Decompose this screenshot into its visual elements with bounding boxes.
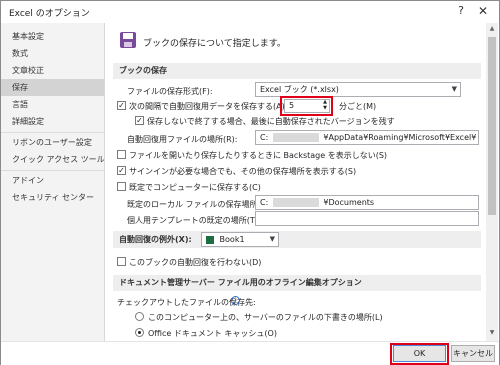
autorecover-minutes-spinner[interactable]: 5 ▲ ▼ bbox=[284, 99, 330, 113]
sidebar-item-formulas[interactable]: 数式 bbox=[1, 45, 104, 62]
close-button[interactable]: ✕ bbox=[475, 4, 491, 20]
section-header-offline-editing: ドキュメント管理サーバー ファイル用のオフライン編集オプション bbox=[113, 275, 481, 291]
show-locations-checkbox[interactable]: ✓ bbox=[117, 166, 126, 175]
section-header-autorecover-exceptions: 自動回復の例外(X): bbox=[113, 231, 481, 248]
sidebar-item-advanced[interactable]: 詳細設定 bbox=[1, 113, 104, 130]
cancel-button[interactable]: キャンセル bbox=[451, 345, 495, 362]
dialog-title: Excel のオプション bbox=[9, 9, 90, 19]
radio-office-cache-label: Office ドキュメント キャッシュ(O) bbox=[148, 329, 277, 338]
autorecover-exceptions-label: 自動回復の例外(X): bbox=[119, 235, 192, 244]
template-location-label: 個人用テンプレートの既定の場所(T): bbox=[127, 216, 261, 225]
redacted-username bbox=[272, 133, 319, 142]
title-bar: Excel のオプション ? ✕ bbox=[1, 1, 499, 23]
radio-server-drafts[interactable] bbox=[135, 312, 144, 321]
options-sidebar: 基本設定 数式 文章校正 保存 言語 詳細設定 リボンのユーザー設定 クイック … bbox=[1, 23, 123, 341]
exception-workbook-value: Book1 bbox=[219, 235, 245, 244]
sidebar-item-proofing[interactable]: 文章校正 bbox=[1, 62, 104, 79]
excel-options-dialog: Excel のオプション ? ✕ 基本設定 数式 文章校正 保存 言語 詳細設定… bbox=[0, 0, 500, 365]
page-description: ブックの保存について指定します。 bbox=[143, 39, 286, 49]
save-icon bbox=[119, 31, 137, 49]
dialog-footer: OK キャンセル bbox=[1, 341, 499, 365]
save-to-computer-checkbox[interactable] bbox=[117, 182, 126, 191]
radio-server-drafts-label: このコンピューター上の、サーバーのファイルの下書きの場所(L) bbox=[148, 313, 383, 322]
ok-button[interactable]: OK bbox=[393, 345, 446, 362]
sidebar-item-language[interactable]: 言語 bbox=[1, 96, 104, 113]
autorecover-location-label: 自動回復用ファイルの場所(R): bbox=[127, 135, 238, 144]
disable-autorecover-checkbox[interactable] bbox=[117, 257, 126, 266]
excel-book-icon bbox=[206, 235, 214, 244]
sidebar-item-save[interactable]: 保存 bbox=[1, 79, 104, 96]
sidebar-item-trust-center[interactable]: セキュリティ センター bbox=[1, 189, 104, 206]
show-locations-label: サインインが必要な場合でも、その他の保存場所を表示する(S) bbox=[129, 167, 357, 176]
disable-autorecover-label: このブックの自動回復を行わない(D) bbox=[129, 258, 262, 267]
redacted-username bbox=[272, 198, 319, 207]
hide-backstage-label: ファイルを開いたり保存したりするときに Backstage を表示しない(S) bbox=[129, 151, 388, 160]
save-format-dropdown[interactable]: Excel ブック (*.xlsx) ▼ bbox=[255, 82, 461, 97]
autorecover-minutes-value: 5 bbox=[289, 101, 295, 110]
sidebar-item-general[interactable]: 基本設定 bbox=[1, 28, 104, 45]
chevron-down-icon: ▼ bbox=[451, 85, 457, 93]
template-location-input[interactable] bbox=[255, 211, 479, 226]
sidebar-item-customize-ribbon[interactable]: リボンのユーザー設定 bbox=[1, 134, 104, 151]
sidebar-divider bbox=[1, 132, 104, 133]
info-icon: i bbox=[231, 296, 240, 305]
save-format-value: Excel ブック (*.xlsx) bbox=[260, 85, 339, 94]
scroll-down-icon[interactable]: ▼ bbox=[486, 329, 498, 336]
hide-backstage-checkbox[interactable] bbox=[117, 150, 126, 159]
sidebar-item-addins[interactable]: アドイン bbox=[1, 172, 104, 189]
default-local-location-value: ¥Documents bbox=[323, 198, 375, 207]
scroll-up-icon[interactable]: ▲ bbox=[486, 25, 498, 32]
default-local-location-label: 既定のローカル ファイルの保存場所(I): bbox=[127, 200, 269, 209]
sidebar-item-quick-access-toolbar[interactable]: クイック アクセス ツール バー bbox=[1, 151, 123, 168]
radio-office-cache[interactable] bbox=[135, 328, 144, 337]
sidebar-divider bbox=[1, 170, 104, 171]
autorecover-location-value: ¥AppData¥Roaming¥Microsoft¥Excel¥ bbox=[323, 133, 477, 142]
save-to-computer-label: 既定でコンピューターに保存する(C) bbox=[129, 183, 261, 192]
autorecover-label: 次の間隔で自動回復用データを保存する(A): bbox=[129, 102, 288, 111]
scrollbar-thumb[interactable] bbox=[488, 37, 496, 215]
default-local-location-input[interactable]: C: ¥Documents bbox=[255, 195, 479, 210]
options-content: ブックの保存について指定します。 ブックの保存 ファイルの保存形式(F): Ex… bbox=[105, 23, 485, 341]
autorecover-checkbox[interactable]: ✓ bbox=[117, 101, 126, 110]
autorecover-location-prefix: C: bbox=[260, 133, 269, 142]
vertical-scrollbar[interactable]: ▲ ▼ bbox=[486, 23, 498, 341]
keep-last-autosaved-checkbox[interactable]: ✓ bbox=[135, 116, 144, 125]
minutes-suffix-label: 分ごと(M) bbox=[339, 102, 377, 111]
default-local-location-prefix: C: bbox=[260, 198, 269, 207]
exception-workbook-dropdown[interactable]: Book1 ▼ bbox=[201, 232, 279, 247]
autorecover-location-input[interactable]: C: ¥AppData¥Roaming¥Microsoft¥Excel¥ bbox=[255, 130, 479, 145]
help-button[interactable]: ? bbox=[453, 4, 469, 20]
chevron-down-icon: ▼ bbox=[269, 235, 275, 243]
spin-arrows-icon[interactable]: ▲ ▼ bbox=[323, 100, 327, 111]
save-format-label: ファイルの保存形式(F): bbox=[127, 87, 213, 96]
section-header-save: ブックの保存 bbox=[113, 63, 481, 79]
keep-last-autosaved-label: 保存しないで終了する場合、最後に自動保存されたバージョンを残す bbox=[147, 117, 395, 126]
